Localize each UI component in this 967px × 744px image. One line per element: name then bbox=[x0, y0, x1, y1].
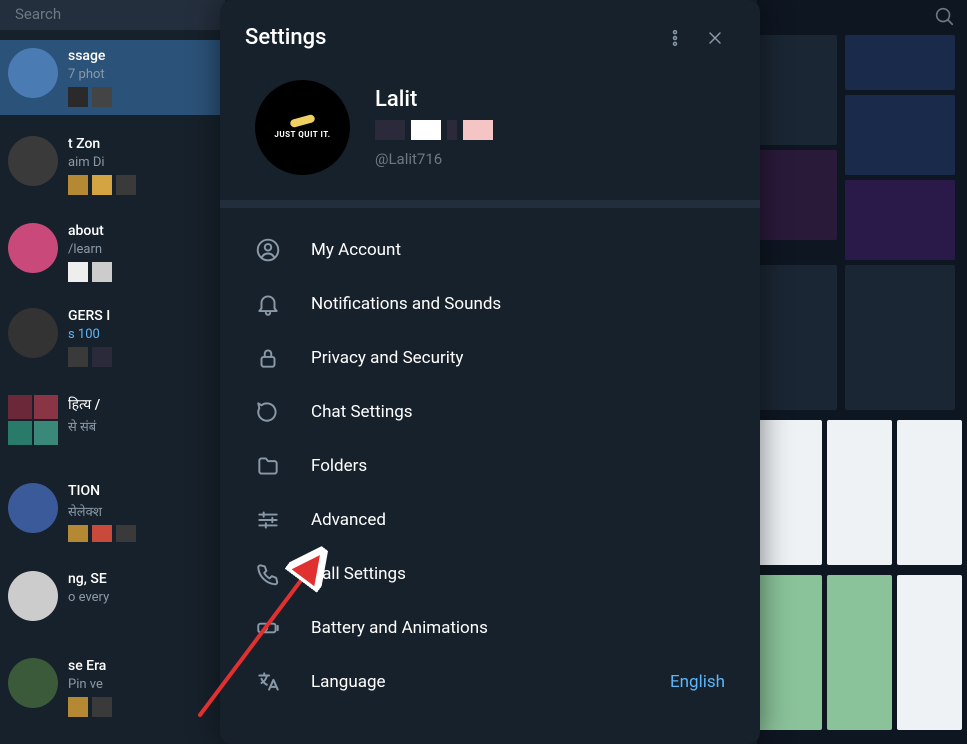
settings-item-notifications[interactable]: Notifications and Sounds bbox=[220, 277, 760, 331]
close-button[interactable] bbox=[695, 18, 735, 58]
chat-subtitle: /learn bbox=[68, 242, 217, 257]
battery-icon bbox=[255, 615, 281, 641]
settings-item-label: Call Settings bbox=[311, 564, 725, 584]
folder-icon bbox=[255, 453, 281, 479]
settings-item-folders[interactable]: Folders bbox=[220, 439, 760, 493]
settings-item-label: Notifications and Sounds bbox=[311, 294, 725, 314]
chat-title: GERS I bbox=[68, 308, 217, 324]
settings-item-label: Battery and Animations bbox=[311, 618, 725, 638]
modal-header: Settings bbox=[220, 0, 760, 75]
language-icon bbox=[255, 669, 281, 695]
avatar bbox=[8, 136, 58, 186]
lock-icon bbox=[255, 345, 281, 371]
chat-subtitle: aim Di bbox=[68, 155, 217, 170]
settings-item-account[interactable]: My Account bbox=[220, 223, 760, 277]
avatar bbox=[8, 395, 58, 445]
divider bbox=[220, 200, 760, 208]
profile-section: JUST QUIT IT. Lalit @Lalit716 bbox=[220, 75, 760, 200]
chat-item[interactable]: TION सेलेक्श bbox=[0, 475, 225, 550]
chat-subtitle: o every bbox=[68, 590, 217, 605]
avatar bbox=[8, 48, 58, 98]
more-options-button[interactable] bbox=[655, 18, 695, 58]
settings-item-label: Language bbox=[311, 672, 640, 692]
chat-sidebar: Search ssage 7 phot t Zon aim Di bbox=[0, 0, 225, 744]
avatar bbox=[8, 658, 58, 708]
phone-icon bbox=[255, 561, 281, 587]
account-icon bbox=[255, 237, 281, 263]
settings-item-label: Advanced bbox=[311, 510, 725, 530]
chat-item[interactable]: GERS I s 100 bbox=[0, 300, 225, 375]
chat-title: हित्य / bbox=[68, 395, 217, 414]
search-input[interactable]: Search bbox=[0, 0, 225, 30]
settings-item-battery[interactable]: Battery and Animations bbox=[220, 601, 760, 655]
settings-modal: Settings JUST QUIT IT. Lalit @Lalit716 bbox=[220, 0, 760, 744]
avatar bbox=[8, 223, 58, 273]
settings-item-advanced[interactable]: Advanced bbox=[220, 493, 760, 547]
chat-subtitle: सेलेक्श bbox=[68, 502, 217, 520]
chat-title: TION bbox=[68, 483, 217, 499]
settings-item-language[interactable]: Language English bbox=[220, 655, 760, 709]
chat-subtitle: s 100 bbox=[68, 327, 217, 342]
settings-item-label: My Account bbox=[311, 240, 725, 260]
chat-item[interactable]: se Era Pin ve bbox=[0, 650, 225, 725]
chat-item[interactable]: हित्य / से संबं bbox=[0, 387, 225, 462]
chat-item[interactable]: ssage 7 phot bbox=[0, 40, 225, 115]
chat-icon bbox=[255, 399, 281, 425]
modal-title: Settings bbox=[245, 25, 655, 50]
bell-icon bbox=[255, 291, 281, 317]
avatar bbox=[8, 483, 58, 533]
chat-title: about bbox=[68, 223, 217, 239]
chat-item[interactable]: t Zon aim Di bbox=[0, 128, 225, 203]
chat-item[interactable]: about /learn bbox=[0, 215, 225, 290]
sliders-icon bbox=[255, 507, 281, 533]
settings-item-calls[interactable]: Call Settings bbox=[220, 547, 760, 601]
chat-title: se Era bbox=[68, 658, 217, 674]
settings-item-label: Privacy and Security bbox=[311, 348, 725, 368]
chat-subtitle: 7 phot bbox=[68, 67, 217, 82]
search-icon[interactable] bbox=[933, 5, 955, 31]
chat-item[interactable]: ng, SE o every bbox=[0, 563, 225, 638]
settings-list: My Account Notifications and Sounds Priv… bbox=[220, 208, 760, 724]
settings-item-privacy[interactable]: Privacy and Security bbox=[220, 331, 760, 385]
avatar bbox=[8, 308, 58, 358]
chat-title: ng, SE bbox=[68, 571, 217, 587]
settings-item-chat[interactable]: Chat Settings bbox=[220, 385, 760, 439]
profile-handle: @Lalit716 bbox=[375, 150, 493, 168]
settings-item-label: Folders bbox=[311, 456, 725, 476]
profile-avatar[interactable]: JUST QUIT IT. bbox=[255, 80, 350, 175]
avatar bbox=[8, 571, 58, 621]
chat-subtitle: Pin ve bbox=[68, 677, 217, 692]
profile-name: Lalit bbox=[375, 87, 493, 112]
language-value: English bbox=[670, 672, 725, 692]
chat-subtitle: से संबं bbox=[68, 417, 217, 435]
chat-title: ssage bbox=[68, 48, 217, 64]
settings-item-label: Chat Settings bbox=[311, 402, 725, 422]
chat-title: t Zon bbox=[68, 136, 217, 152]
media-panel bbox=[757, 0, 967, 744]
profile-blocks bbox=[375, 120, 493, 140]
